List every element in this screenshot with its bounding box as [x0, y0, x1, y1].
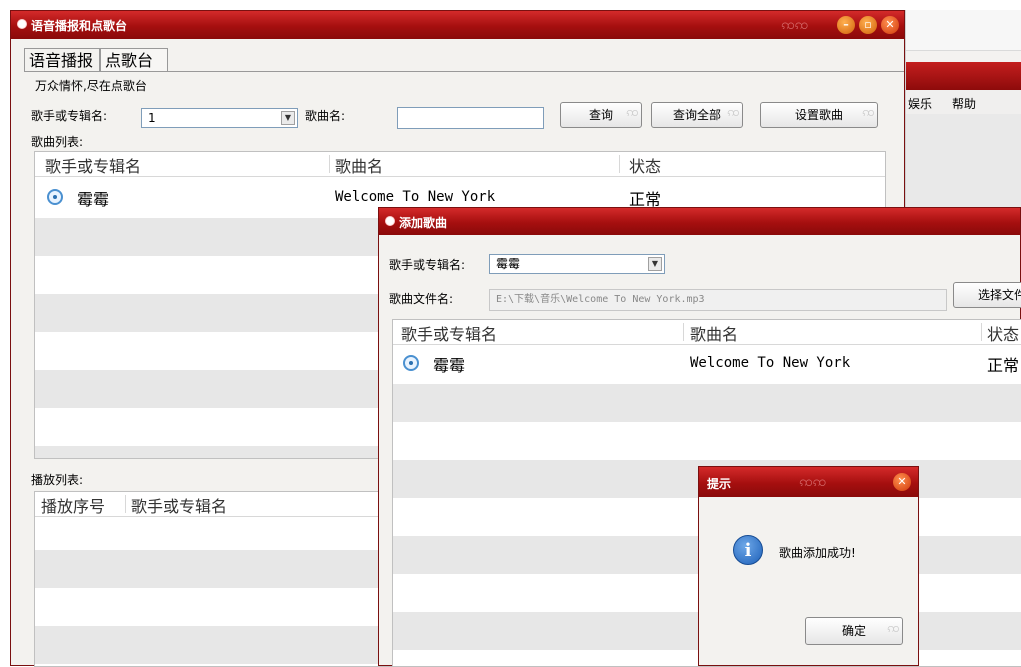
maximize-button[interactable]: ▫: [859, 16, 877, 34]
song-list-label: 歌曲列表:: [31, 135, 84, 149]
column-header-status[interactable]: 状态: [987, 321, 1019, 345]
query-button-label: 查询: [588, 108, 613, 122]
row-singer: 霉霉: [433, 356, 466, 375]
table-row[interactable]: 霉霉 Welcome To New York 正常: [393, 346, 1021, 384]
add-singer-label: 歌手或专辑名:: [389, 258, 466, 272]
swirl-icon: ꩡ: [626, 105, 639, 120]
query-all-button-label: 查询全部: [672, 108, 721, 122]
query-all-button[interactable]: 查询全部 ꩡ: [651, 102, 743, 128]
minimize-button[interactable]: –: [837, 16, 855, 34]
main-titlebar: 语音播报和点歌台 ꩡꩡ – ▫ ✕: [11, 11, 904, 39]
menu-item-help[interactable]: 帮助: [952, 95, 976, 112]
tab-voice-broadcast[interactable]: 语音播报: [24, 48, 100, 72]
column-header-singer[interactable]: 歌手或专辑名: [45, 153, 141, 177]
tip-titlebar: 提示 ꩡꩡ ✕: [699, 467, 918, 497]
tip-title: 提示: [707, 477, 732, 491]
singer-label: 歌手或专辑名:: [31, 109, 108, 123]
app-icon: [385, 216, 395, 226]
song-list-header: 歌手或专辑名 歌曲名 状态: [35, 152, 885, 177]
tab-song-request[interactable]: 点歌台: [100, 48, 168, 72]
ok-button-label: 确定: [841, 624, 866, 638]
background-menu-bar: 娱乐 帮助: [906, 90, 1021, 114]
chevron-down-icon[interactable]: ▼: [281, 111, 295, 125]
column-header-singer[interactable]: 歌手或专辑名: [401, 321, 497, 345]
swirl-icon: ꩡ: [727, 105, 740, 120]
singer-combo-value: 1: [148, 111, 156, 125]
add-singer-combo-value: 霉霉: [496, 257, 521, 271]
swirl-decoration-icon: ꩡꩡ: [799, 474, 827, 490]
close-button[interactable]: ✕: [881, 16, 899, 34]
add-song-title: 添加歌曲: [399, 216, 448, 230]
add-song-titlebar: 添加歌曲: [379, 208, 1020, 235]
cd-icon: [403, 355, 419, 371]
app-icon: [17, 19, 27, 29]
background-window-titlebar: [906, 62, 1021, 90]
ok-button[interactable]: 确定 ꩡ: [805, 617, 903, 645]
song-name-input[interactable]: [397, 107, 544, 129]
add-song-table-header: 歌手或专辑名 歌曲名 状态: [393, 320, 1021, 345]
swirl-icon: ꩡ: [862, 105, 875, 120]
set-song-button-label: 设置歌曲: [794, 108, 843, 122]
song-name-label: 歌曲名:: [305, 109, 346, 123]
column-header-play-order[interactable]: 播放序号: [41, 493, 105, 517]
choose-file-button[interactable]: 选择文件: [953, 282, 1021, 308]
query-button[interactable]: 查询 ꩡ: [560, 102, 642, 128]
cd-icon: [47, 189, 63, 205]
column-header-singer[interactable]: 歌手或专辑名: [131, 493, 227, 517]
row-song: Welcome To New York: [335, 189, 496, 205]
row-singer: 霉霉: [77, 190, 110, 209]
singer-combo[interactable]: 1 ▼: [141, 108, 298, 128]
file-name-input[interactable]: E:\下载\音乐\Welcome To New York.mp3: [489, 289, 947, 311]
column-header-song[interactable]: 歌曲名: [690, 321, 738, 345]
row-status: 正常: [987, 356, 1020, 375]
main-window-title: 语音播报和点歌台: [31, 19, 128, 33]
tip-message: 歌曲添加成功!: [779, 546, 856, 560]
file-name-label: 歌曲文件名:: [389, 292, 454, 306]
column-header-status[interactable]: 状态: [629, 153, 661, 177]
group-title: 万众情怀,尽在点歌台: [35, 79, 147, 93]
set-song-button[interactable]: 设置歌曲 ꩡ: [760, 102, 878, 128]
row-song: Welcome To New York: [690, 355, 851, 371]
tip-dialog: 提示 ꩡꩡ ✕ i 歌曲添加成功! 确定 ꩡ: [698, 466, 919, 666]
chevron-down-icon[interactable]: ▼: [648, 257, 662, 271]
swirl-icon: ꩡ: [887, 621, 900, 636]
swirl-decoration-icon: ꩡꩡ: [781, 17, 809, 33]
play-list-label: 播放列表:: [31, 473, 84, 487]
column-header-song[interactable]: 歌曲名: [335, 153, 383, 177]
menu-item-entertainment[interactable]: 娱乐: [908, 95, 932, 112]
info-icon: i: [733, 535, 763, 565]
add-singer-combo[interactable]: 霉霉 ▼: [489, 254, 665, 274]
close-button[interactable]: ✕: [893, 473, 911, 491]
